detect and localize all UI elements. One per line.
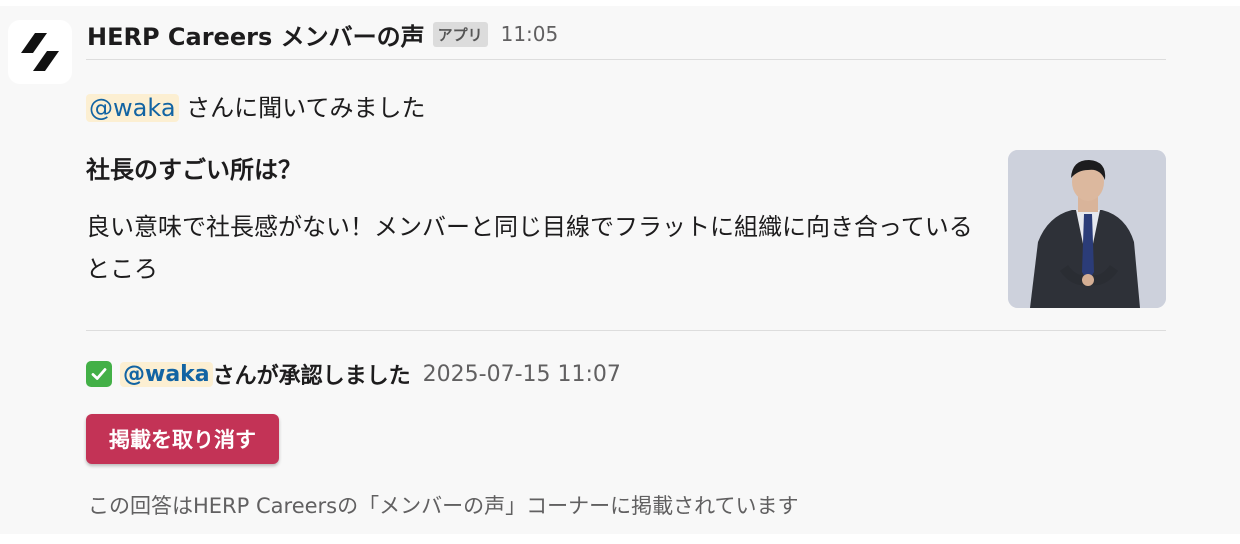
intro-line: @waka さんに聞いてみました (86, 90, 425, 126)
header-divider (86, 59, 1166, 60)
member-photo[interactable] (1008, 150, 1166, 308)
approval-text: さんが承認しました (212, 364, 411, 389)
sender-name[interactable]: HERP Careers メンバーの声 (87, 17, 425, 52)
approval-timestamp: 2025-07-15 11:07 (422, 361, 621, 387)
publication-note: この回答はHERP Careersの「メンバーの声」コーナーに掲載されています (88, 494, 799, 518)
answer-text: 良い意味で社長感がない！メンバーと同じ目線でフラットに組織に向き合っているところ (86, 213, 973, 283)
app-avatar[interactable] (8, 20, 72, 84)
message-time[interactable]: 11:05 (501, 22, 559, 46)
herp-logo-icon (21, 33, 59, 71)
question-heading: 社長のすごい所は？ (86, 156, 302, 184)
section-divider (86, 330, 1166, 331)
white-check-mark-icon (86, 361, 112, 387)
intro-text: さんに聞いてみました (178, 94, 426, 122)
user-mention[interactable]: @waka (86, 94, 179, 122)
slack-message: HERP Careers メンバーの声 アプリ 11:05 @waka さんに聞… (0, 6, 1240, 534)
approver-mention[interactable]: @waka (120, 361, 213, 387)
message-header: HERP Careers メンバーの声 アプリ 11:05 (87, 16, 558, 52)
app-badge: アプリ (432, 21, 488, 47)
unpublish-button[interactable]: 掲載を取り消す (86, 414, 279, 464)
approval-line: @waka さんが承認しました 2025-07-15 11:07 (86, 356, 621, 392)
person-silhouette-icon (1008, 150, 1166, 308)
